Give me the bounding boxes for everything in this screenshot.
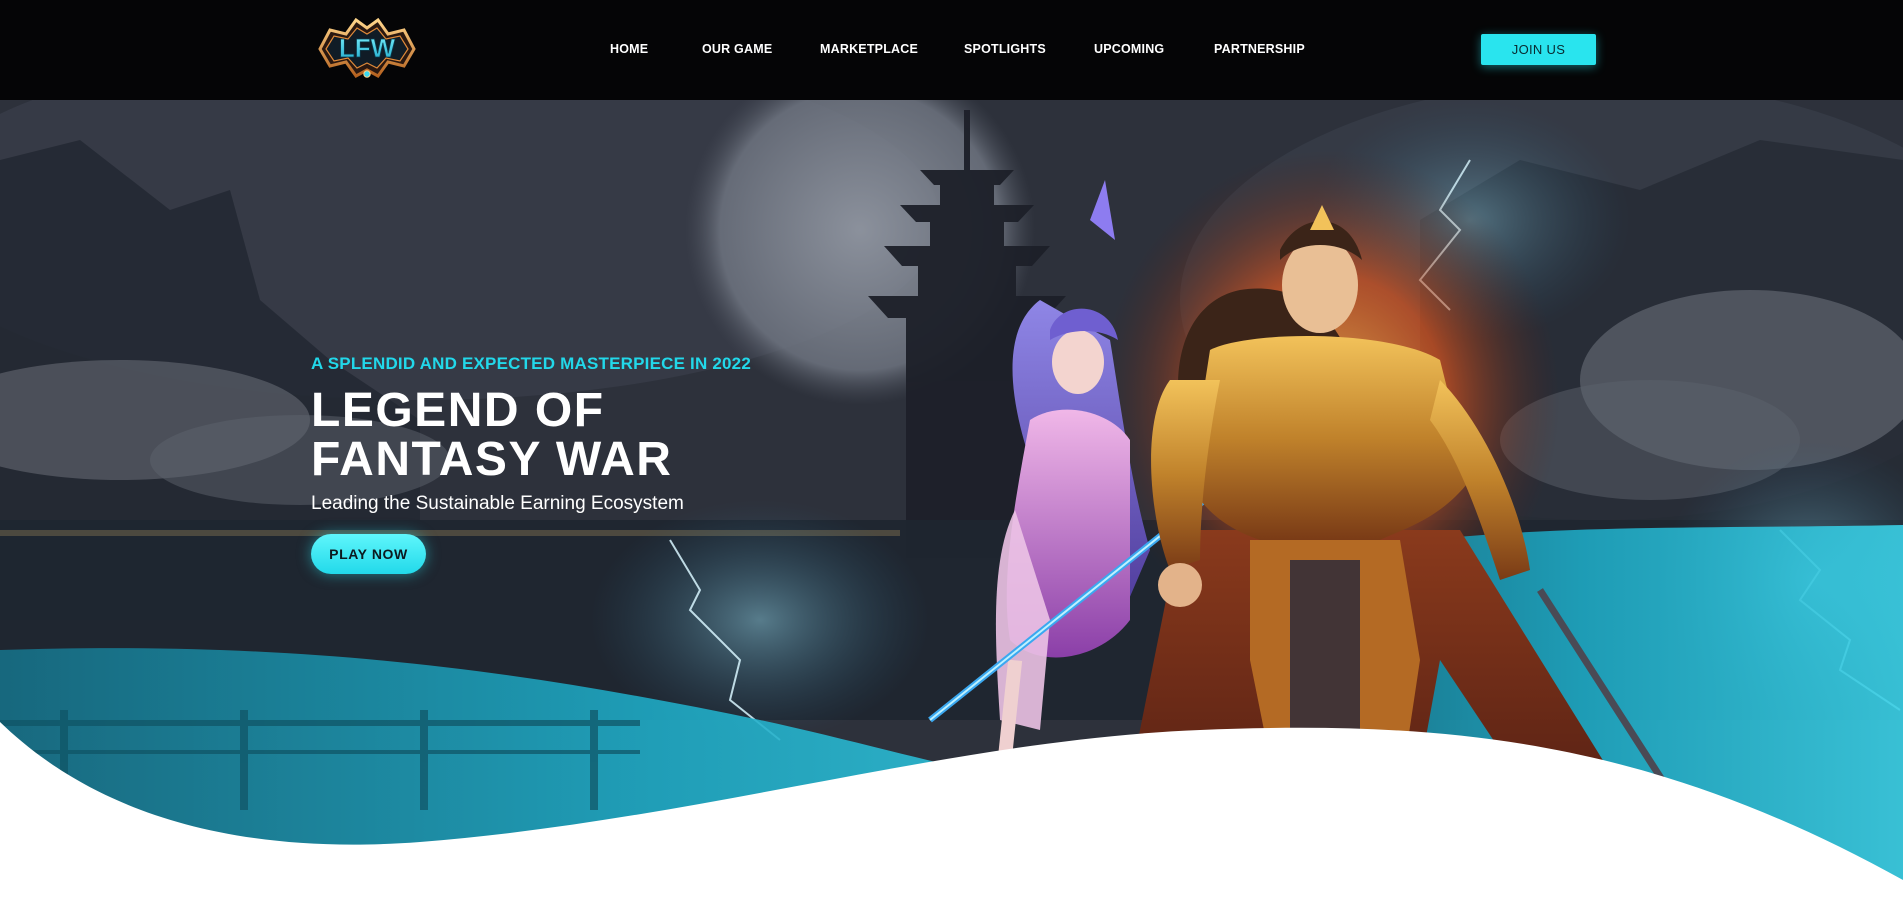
top-navigation-bar: LFW HOME OUR GAME MARKETPLACE SPOTLIGHTS… xyxy=(0,0,1903,100)
join-us-button[interactable]: JOIN US xyxy=(1481,34,1596,65)
nav-item-home[interactable]: HOME xyxy=(610,42,648,56)
nav-item-spotlights[interactable]: SPOTLIGHTS xyxy=(964,42,1046,56)
hero-section: A SPLENDID AND EXPECTED MASTERPIECE IN 2… xyxy=(0,100,1903,924)
hero-tagline: A SPLENDID AND EXPECTED MASTERPIECE IN 2… xyxy=(311,354,751,373)
nav-item-partnership[interactable]: PARTNERSHIP xyxy=(1214,42,1305,56)
nav-item-upcoming[interactable]: UPCOMING xyxy=(1094,42,1164,56)
hero-title-line-1: LEGEND OF xyxy=(311,384,605,437)
hero-title-line-2: FANTASY WAR xyxy=(311,433,673,486)
hero-text-block: A SPLENDID AND EXPECTED MASTERPIECE IN 2… xyxy=(311,354,931,574)
hero-background-art xyxy=(0,100,1903,924)
nav-item-marketplace[interactable]: MARKETPLACE xyxy=(820,42,918,56)
hero-title: LEGEND OF FANTASY WAR xyxy=(311,386,931,484)
main-nav: HOME OUR GAME MARKETPLACE SPOTLIGHTS UPC… xyxy=(0,0,1903,100)
play-now-button[interactable]: PLAY NOW xyxy=(311,534,426,574)
nav-item-our-game[interactable]: OUR GAME xyxy=(702,42,772,56)
hero-subtitle: Leading the Sustainable Earning Ecosyste… xyxy=(311,493,684,514)
